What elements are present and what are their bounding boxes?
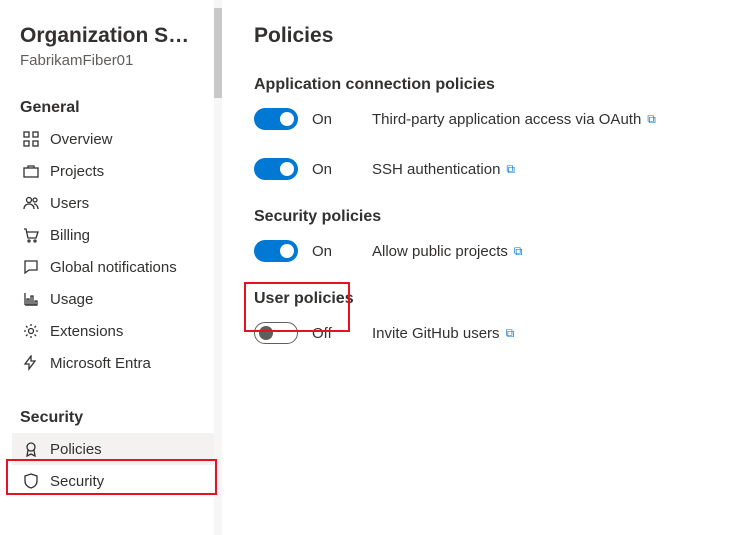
sidebar-scrollbar[interactable] — [214, 0, 222, 535]
section-general-header: General — [20, 99, 222, 117]
sidebar-item-label: Policies — [50, 441, 102, 458]
policy-desc-text: Invite GitHub users — [372, 325, 500, 342]
link-icon[interactable]: ⧉ — [506, 162, 515, 177]
sidebar-item-label: Projects — [50, 163, 104, 180]
sidebar-item-label: Global notifications — [50, 259, 177, 276]
toggle-public-projects[interactable] — [254, 240, 298, 262]
toggle-state-label: On — [312, 111, 340, 128]
sidebar-item-entra[interactable]: Microsoft Entra — [20, 347, 222, 379]
toggle-ssh[interactable] — [254, 158, 298, 180]
sidebar-item-usage[interactable]: Usage — [20, 283, 222, 315]
policy-row-oauth: On Third-party application access via OA… — [254, 108, 720, 130]
sidebar-item-label: Users — [50, 195, 89, 212]
cart-icon — [22, 226, 40, 244]
sidebar-item-overview[interactable]: Overview — [20, 123, 222, 155]
highlight-policies-nav — [6, 459, 217, 495]
link-icon[interactable]: ⧉ — [506, 326, 515, 341]
toggle-state-label: On — [312, 161, 340, 178]
link-icon[interactable]: ⧉ — [514, 244, 523, 259]
sidebar-item-users[interactable]: Users — [20, 187, 222, 219]
toggle-state-label: On — [312, 243, 340, 260]
policy-desc-text: SSH authentication — [372, 161, 500, 178]
sidebar: Organization S… FabrikamFiber01 General … — [0, 0, 222, 535]
section-security-header: Security — [20, 409, 222, 427]
chat-icon — [22, 258, 40, 276]
policy-desc-text: Third-party application access via OAuth — [372, 111, 641, 128]
org-settings-title: Organization S… — [20, 24, 222, 48]
section-security-policies: Security policies — [254, 208, 720, 226]
page-title: Policies — [254, 24, 720, 48]
gear-icon — [22, 322, 40, 340]
chart-icon — [22, 290, 40, 308]
section-app-connection: Application connection policies — [254, 76, 720, 94]
sidebar-item-label: Usage — [50, 291, 93, 308]
briefcase-icon — [22, 162, 40, 180]
sidebar-item-extensions[interactable]: Extensions — [20, 315, 222, 347]
users-icon — [22, 194, 40, 212]
highlight-public-projects-toggle — [244, 282, 350, 332]
link-icon[interactable]: ⧉ — [647, 112, 656, 127]
sidebar-item-label: Billing — [50, 227, 90, 244]
toggle-oauth[interactable] — [254, 108, 298, 130]
policy-row-ssh: On SSH authentication ⧉ — [254, 158, 720, 180]
sidebar-item-label: Overview — [50, 131, 113, 148]
sidebar-item-notifications[interactable]: Global notifications — [20, 251, 222, 283]
org-name: FabrikamFiber01 — [20, 52, 222, 69]
main-content: Policies Application connection policies… — [222, 0, 740, 535]
sidebar-item-label: Microsoft Entra — [50, 355, 151, 372]
policy-desc-text: Allow public projects — [372, 243, 508, 260]
sidebar-item-label: Extensions — [50, 323, 123, 340]
scrollbar-thumb[interactable] — [214, 8, 222, 98]
policy-row-public-projects: On Allow public projects ⧉ — [254, 240, 720, 262]
sidebar-item-projects[interactable]: Projects — [20, 155, 222, 187]
grid-icon — [22, 130, 40, 148]
badge-icon — [22, 440, 40, 458]
entra-icon — [22, 354, 40, 372]
sidebar-item-billing[interactable]: Billing — [20, 219, 222, 251]
